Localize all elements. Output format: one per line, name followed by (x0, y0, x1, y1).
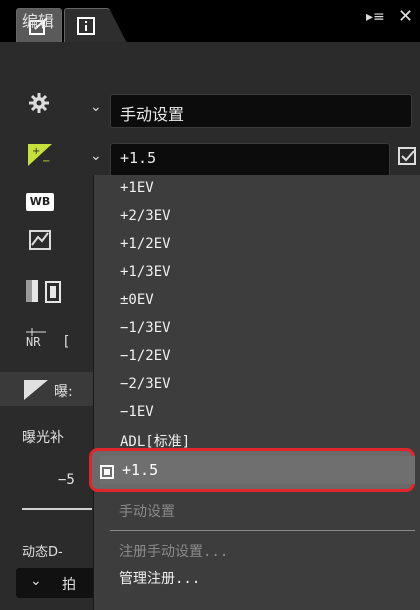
dynamic-d-lighting-label: 动态D- (22, 545, 63, 560)
dropdown-option[interactable]: +2/3EV (120, 208, 171, 224)
gear-icon[interactable] (28, 92, 50, 114)
dropdown-option[interactable]: +1/2EV (120, 236, 171, 252)
tone-icon[interactable] (26, 280, 66, 304)
dropdown-option[interactable]: −2/3EV (120, 376, 171, 392)
panel-title: 编辑 (22, 12, 55, 31)
panel-menu-icon[interactable]: ▸≡ (366, 9, 385, 25)
exposure-comp-small-icon (24, 380, 48, 400)
chevron-down-icon[interactable]: ⌄ (30, 573, 42, 589)
selected-option-label: +1.5 (122, 461, 159, 479)
panel-header (0, 42, 420, 80)
dropdown-divider (110, 530, 415, 531)
info-icon (77, 17, 95, 35)
exposure-slider[interactable] (22, 508, 92, 510)
svg-text:+: + (32, 146, 40, 157)
panel-tab-bar (0, 0, 420, 42)
dropdown-option[interactable]: +1/3EV (120, 264, 171, 280)
selected-check-icon (100, 465, 114, 479)
exposure-section-label: 曝: (54, 384, 73, 400)
svg-text:−: − (42, 156, 50, 166)
tab-info[interactable] (64, 8, 127, 43)
image-adjust-icon[interactable] (28, 229, 52, 251)
register-manual-settings: 注册手动设置... (119, 544, 229, 560)
exposure-comp-icon[interactable]: + − (28, 144, 52, 166)
slider-min-label: −5 (58, 472, 75, 488)
exposure-comp-value: +1.5 (120, 149, 157, 167)
d-lighting-select[interactable] (16, 568, 96, 598)
dropdown-option[interactable]: ±0EV (120, 292, 154, 308)
manage-registrations[interactable]: 管理注册... (119, 568, 200, 588)
exposure-comp-label: 曝光补 (22, 430, 64, 446)
chevron-down-icon[interactable]: ⌄ (90, 99, 102, 115)
picture-control-value: 手动设置 (120, 105, 185, 124)
exposure-section-header[interactable] (0, 372, 96, 406)
noise-reduction-icon[interactable]: NR [ (26, 328, 86, 354)
dropdown-option[interactable]: +1EV (120, 180, 154, 196)
close-icon[interactable]: ✕ (398, 6, 413, 27)
svg-text:NR: NR (26, 335, 41, 349)
checkbox-checked-icon[interactable] (398, 147, 418, 165)
dropdown-option-manual: 手动设置 (119, 504, 175, 520)
white-balance-icon[interactable]: WB (26, 193, 54, 211)
d-lighting-value: 拍 (62, 577, 76, 593)
chevron-down-icon[interactable]: ⌄ (90, 148, 102, 164)
svg-text:[: [ (64, 334, 69, 350)
dropdown-option[interactable]: −1EV (120, 404, 154, 420)
dropdown-option[interactable]: −1/3EV (120, 320, 171, 336)
dropdown-option[interactable]: −1/2EV (120, 348, 171, 364)
